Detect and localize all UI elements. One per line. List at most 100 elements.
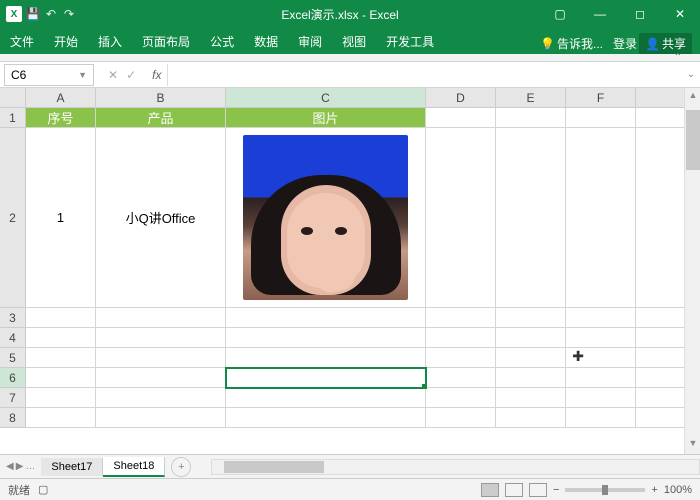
col-header-d[interactable]: D — [426, 88, 496, 108]
cell-a4[interactable] — [26, 328, 96, 348]
login-link[interactable]: 登录 — [613, 35, 637, 52]
row-header-2[interactable]: 2 — [0, 128, 26, 308]
close-button[interactable]: ✕ — [660, 0, 700, 28]
vscroll-thumb[interactable] — [686, 110, 700, 170]
tab-review[interactable]: 审阅 — [288, 29, 332, 54]
cell-b4[interactable] — [96, 328, 226, 348]
cell-g8[interactable] — [636, 408, 684, 428]
cell-g6[interactable] — [636, 368, 684, 388]
minimize-button[interactable]: — — [580, 0, 620, 28]
cell-f1[interactable] — [566, 108, 636, 128]
col-header-c[interactable]: C — [226, 88, 426, 108]
undo-icon[interactable]: ↶ — [44, 7, 58, 21]
select-all-corner[interactable] — [0, 88, 26, 108]
vertical-scrollbar[interactable]: ▲ ▼ — [684, 88, 700, 454]
tell-me-label[interactable]: 告诉我... — [557, 35, 603, 52]
col-header-e[interactable]: E — [496, 88, 566, 108]
cell-e2[interactable] — [496, 128, 566, 308]
fx-icon[interactable]: fx — [146, 68, 167, 82]
cell-d4[interactable] — [426, 328, 496, 348]
col-header-f[interactable]: F — [566, 88, 636, 108]
zoom-out-button[interactable]: − — [553, 484, 559, 496]
cell-f7[interactable] — [566, 388, 636, 408]
cell-g2[interactable] — [636, 128, 684, 308]
formula-input[interactable] — [167, 64, 682, 86]
cell-d5[interactable] — [426, 348, 496, 368]
cell-b5[interactable] — [96, 348, 226, 368]
cell-d7[interactable] — [426, 388, 496, 408]
col-header-b[interactable]: B — [96, 88, 226, 108]
cell-b2[interactable]: 小Q讲Office — [96, 128, 226, 308]
expand-ribbon-icon[interactable]: ⌃ — [674, 52, 682, 63]
cell-b7[interactable] — [96, 388, 226, 408]
cell-a1[interactable]: 序号 — [26, 108, 96, 128]
cell-c5[interactable] — [226, 348, 426, 368]
macro-record-icon[interactable]: ▢ — [38, 483, 48, 496]
cell-c2[interactable] — [226, 128, 426, 308]
name-box-dropdown-icon[interactable]: ▼ — [78, 70, 87, 80]
cell-b8[interactable] — [96, 408, 226, 428]
cell-d8[interactable] — [426, 408, 496, 428]
cell-a3[interactable] — [26, 308, 96, 328]
view-page-layout-icon[interactable] — [505, 483, 523, 497]
cell-d2[interactable] — [426, 128, 496, 308]
zoom-slider[interactable] — [565, 488, 645, 492]
row-header-4[interactable]: 4 — [0, 328, 26, 348]
tab-file[interactable]: 文件 — [0, 29, 44, 54]
scroll-down-icon[interactable]: ▼ — [686, 438, 700, 452]
cell-d6[interactable] — [426, 368, 496, 388]
row-header-8[interactable]: 8 — [0, 408, 26, 428]
ribbon-options-icon[interactable]: ▢ — [540, 0, 580, 28]
cell-e8[interactable] — [496, 408, 566, 428]
save-icon[interactable]: 💾 — [26, 7, 40, 21]
tab-insert[interactable]: 插入 — [88, 29, 132, 54]
name-box[interactable]: C6 ▼ — [4, 64, 94, 86]
cell-c6[interactable] — [226, 368, 426, 388]
cell-d3[interactable] — [426, 308, 496, 328]
embedded-image[interactable] — [243, 135, 408, 300]
tab-formulas[interactable]: 公式 — [200, 29, 244, 54]
row-header-1[interactable]: 1 — [0, 108, 26, 128]
share-button[interactable]: 👤 共享 — [639, 33, 692, 54]
cell-c1[interactable]: 图片 — [226, 108, 426, 128]
sheet-tab-prev[interactable]: Sheet17 — [41, 458, 103, 476]
cell-g4[interactable] — [636, 328, 684, 348]
cell-f2[interactable] — [566, 128, 636, 308]
cell-e7[interactable] — [496, 388, 566, 408]
cell-c3[interactable] — [226, 308, 426, 328]
scroll-up-icon[interactable]: ▲ — [686, 90, 700, 104]
view-normal-icon[interactable] — [481, 483, 499, 497]
cell-g3[interactable] — [636, 308, 684, 328]
cell-a5[interactable] — [26, 348, 96, 368]
cell-f3[interactable] — [566, 308, 636, 328]
maximize-button[interactable]: ◻ — [620, 0, 660, 28]
cell-a8[interactable] — [26, 408, 96, 428]
cell-g7[interactable] — [636, 388, 684, 408]
cell-e4[interactable] — [496, 328, 566, 348]
cell-g1[interactable] — [636, 108, 684, 128]
cell-a7[interactable] — [26, 388, 96, 408]
zoom-level[interactable]: 100% — [664, 484, 692, 496]
col-header-g[interactable] — [636, 88, 684, 108]
tab-data[interactable]: 数据 — [244, 29, 288, 54]
cancel-formula-icon[interactable]: ✕ — [108, 68, 118, 82]
cell-f6[interactable] — [566, 368, 636, 388]
redo-icon[interactable]: ↷ — [62, 7, 76, 21]
sheet-tab-active[interactable]: Sheet18 — [103, 457, 165, 477]
cell-c4[interactable] — [226, 328, 426, 348]
hscroll-thumb[interactable] — [224, 461, 324, 473]
zoom-in-button[interactable]: + — [651, 484, 657, 496]
row-header-6[interactable]: 6 — [0, 368, 26, 388]
col-header-a[interactable]: A — [26, 88, 96, 108]
cell-b3[interactable] — [96, 308, 226, 328]
cell-e5[interactable] — [496, 348, 566, 368]
cell-f4[interactable] — [566, 328, 636, 348]
cell-f5[interactable] — [566, 348, 636, 368]
sheet-nav-prev-icon[interactable]: ◀ — [6, 461, 14, 472]
view-page-break-icon[interactable] — [529, 483, 547, 497]
cell-e1[interactable] — [496, 108, 566, 128]
cell-c7[interactable] — [226, 388, 426, 408]
cell-b1[interactable]: 产品 — [96, 108, 226, 128]
cell-e3[interactable] — [496, 308, 566, 328]
sheet-nav-next-icon[interactable]: ▶ — [16, 461, 24, 472]
